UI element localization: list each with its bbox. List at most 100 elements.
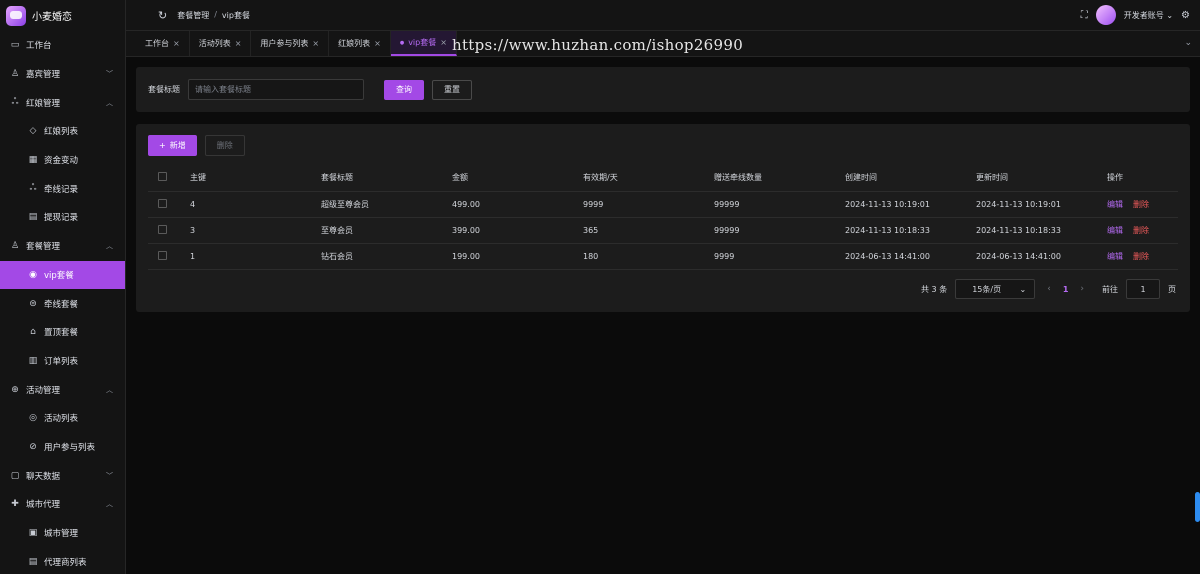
delete-link[interactable]: 删除 (1133, 226, 1149, 235)
sidebar-item[interactable]: ▣ 城市管理 (0, 519, 125, 548)
sidebar-item[interactable]: ♙ 套餐管理 ︿ (0, 232, 125, 261)
sidebar-item[interactable]: ✚ 城市代理 ︿ (0, 490, 125, 519)
next-page-icon[interactable]: › (1076, 284, 1088, 294)
table-cell-amount: 499.00 (452, 191, 583, 218)
table-row[interactable]: 4 超级至尊会员 499.00 9999 99999 2024-11-13 10:19:0… (148, 191, 1178, 218)
column-header: 赠送牵线数量 (714, 164, 845, 192)
refresh-icon[interactable]: ↻ (158, 9, 167, 22)
breadcrumb-item[interactable]: 套餐管理 (177, 10, 209, 21)
table-cell-gift: 99999 (714, 217, 845, 244)
select-cell (148, 243, 190, 270)
query-button[interactable]: 查询 (384, 79, 424, 100)
sidebar-item[interactable]: ◇ 红娘列表 (0, 117, 125, 146)
account-name[interactable]: 开发者账号 ⌄ (1124, 10, 1173, 21)
fullscreen-icon[interactable]: ⛶ (1081, 10, 1088, 21)
sidebar-item-label: 工作台 (26, 41, 52, 52)
chevron-down-icon: ⌄ (1166, 10, 1174, 20)
scrollbar-thumb[interactable] (1195, 492, 1200, 522)
chevron-up-icon: ︿ (106, 385, 113, 394)
breadcrumb: 套餐管理 / vip套餐 (177, 10, 250, 21)
breadcrumb-item: vip套餐 (221, 10, 250, 20)
select-cell (148, 217, 190, 244)
table-cell-amount: 199.00 (452, 243, 583, 270)
sidebar-item-label: 代理商列表 (44, 557, 87, 568)
edit-link[interactable]: 编辑 (1107, 252, 1123, 261)
table-cell-created: 2024-11-13 10:19:01 (845, 191, 976, 218)
tab[interactable]: 活动列表 × (190, 31, 252, 56)
tab-label: 活动列表 (198, 39, 231, 48)
sidebar-item-label: 资金变动 (44, 156, 79, 167)
prev-page-icon[interactable]: ‹ (1043, 284, 1055, 294)
table-cell-id: 4 (190, 191, 321, 218)
row-checkbox[interactable] (158, 224, 167, 234)
close-icon[interactable]: × (440, 38, 447, 47)
sidebar-item-label: 活动列表 (44, 414, 79, 425)
search-panel: 套餐标题 查询 重置 (136, 67, 1190, 112)
settings-icon[interactable]: ⚙ (1181, 10, 1190, 21)
edit-link[interactable]: 编辑 (1107, 200, 1123, 209)
delete-link[interactable]: 删除 (1133, 200, 1149, 209)
operation-cell: 编辑 删除 (1107, 243, 1178, 270)
sidebar-item[interactable]: ▦ 资金变动 (0, 146, 125, 175)
chevron-down-icon: ﹀ (106, 471, 113, 480)
close-icon[interactable]: × (173, 39, 180, 48)
sidebar-item[interactable]: ⌂ 置顶套餐 (0, 318, 125, 347)
link-icon: ⊜ (29, 298, 37, 309)
sidebar-item[interactable]: ▢ 聊天数据 ﹀ (0, 461, 125, 490)
close-icon[interactable]: × (312, 39, 319, 48)
select-all-cell (148, 164, 190, 192)
table-cell-created: 2024-11-13 10:18:33 (845, 217, 976, 244)
delete-link[interactable]: 删除 (1133, 252, 1149, 261)
column-header: 套餐标题 (321, 164, 452, 192)
avatar[interactable] (1095, 5, 1116, 25)
logo[interactable]: 小麦婚恋 (0, 0, 125, 31)
tab[interactable]: 用户参与列表 × (251, 31, 330, 56)
group-icon: ஃ (11, 97, 19, 108)
sidebar-item[interactable]: ▤ 提现记录 (0, 203, 125, 232)
sidebar-item-label: vip套餐 (44, 270, 74, 281)
plus-icon: + (159, 141, 166, 150)
sidebar-item[interactable]: ஃ 牵线记录 (0, 174, 125, 203)
edit-link[interactable]: 编辑 (1107, 226, 1123, 235)
sidebar-item[interactable]: ⊘ 用户参与列表 (0, 433, 125, 462)
table-cell-created: 2024-06-13 14:41:00 (845, 243, 976, 270)
tab[interactable]: ● vip套餐 × (390, 31, 457, 56)
table-row[interactable]: 3 至尊会员 399.00 365 99999 2024-11-13 10:18:33 20… (148, 217, 1178, 244)
sidebar-item[interactable]: ◉ vip套餐 (0, 260, 125, 290)
sidebar-item[interactable]: ▭ 工作台 (0, 31, 125, 60)
chevron-down-icon: ⌄ (1019, 284, 1027, 294)
sidebar-item[interactable]: ◎ 活动列表 (0, 404, 125, 433)
table-row[interactable]: 1 钻石会员 199.00 180 9999 2024-06-13 14:41:00 202… (148, 243, 1178, 270)
vip-package-table: 主键 套餐标题 金额 有效期/天 赠送牵线数量 创建时间 更新时间 操作 4 超级… (148, 164, 1178, 270)
row-checkbox[interactable] (158, 198, 167, 208)
tab[interactable]: 红娘列表 × (329, 31, 391, 56)
add-button[interactable]: + 新增 (148, 135, 197, 156)
sidebar: 小麦婚恋 ▭ 工作台 ♙ 嘉宾管理 ﹀ ஃ 红娘管理 ︿ ◇ 红娘列表 ▦ 资金变动 ஃ 牵线记录 ▤ 提现记… (0, 0, 126, 574)
sidebar-item[interactable]: ♙ 嘉宾管理 ﹀ (0, 60, 125, 89)
row-checkbox[interactable] (158, 250, 167, 260)
table-cell-id: 3 (190, 217, 321, 244)
sidebar-item[interactable]: ▥ 订单列表 (0, 347, 125, 376)
goto-page-input[interactable]: 1 (1126, 279, 1160, 299)
chevron-up-icon: ︿ (106, 500, 113, 509)
page-size-select[interactable]: 15条/页 ⌄ (955, 279, 1036, 299)
table-cell-gift: 99999 (714, 191, 845, 218)
sidebar-item[interactable]: ▤ 代理商列表 (0, 547, 125, 574)
tab[interactable]: 工作台 × (136, 31, 190, 56)
page-number[interactable]: 1 (1063, 285, 1069, 294)
search-input[interactable] (188, 79, 364, 100)
close-icon[interactable]: × (235, 39, 242, 48)
chevron-down-icon[interactable]: ⌄ (1184, 38, 1192, 48)
sidebar-item[interactable]: ஃ 红娘管理 ︿ (0, 88, 125, 117)
close-icon[interactable]: × (374, 39, 381, 48)
sidebar-item-label: 城市代理 (26, 500, 61, 511)
batch-delete-button[interactable]: 删除 (204, 135, 245, 156)
column-header: 创建时间 (845, 164, 976, 192)
reset-button[interactable]: 重置 (432, 79, 472, 100)
table-header-row: 主键 套餐标题 金额 有效期/天 赠送牵线数量 创建时间 更新时间 操作 (148, 164, 1178, 192)
sidebar-item[interactable]: ⊕ 活动管理 ︿ (0, 375, 125, 404)
active-dot-icon: ● (399, 39, 405, 46)
sidebar-item[interactable]: ⊜ 牵线套餐 (0, 289, 125, 318)
select-all-checkbox[interactable] (158, 171, 167, 181)
chevron-up-icon: ︿ (106, 242, 113, 251)
